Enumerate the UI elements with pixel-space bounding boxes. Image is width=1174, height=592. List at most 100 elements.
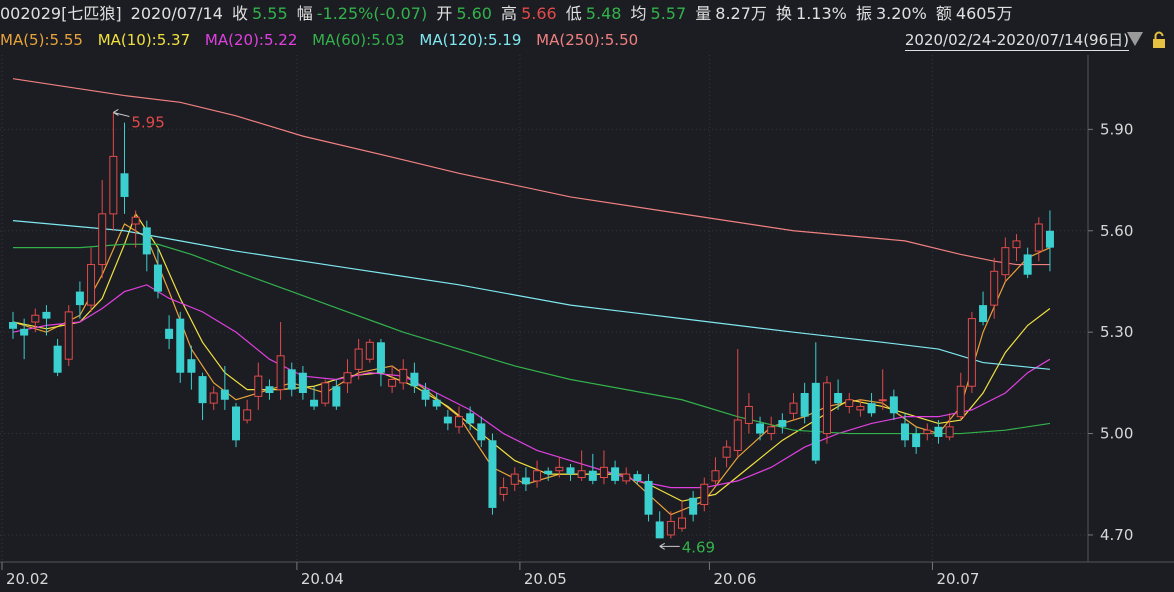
candle-body-up xyxy=(399,368,408,384)
candle-body-up xyxy=(455,416,463,428)
candle-body-down xyxy=(332,386,341,407)
x-tick-label: 20.06 xyxy=(713,570,756,588)
candle-body-down xyxy=(811,382,820,461)
candle-body-down xyxy=(979,305,988,323)
candle-body-up xyxy=(510,473,519,485)
candle-body-up xyxy=(678,517,686,529)
candle-body-down xyxy=(265,386,274,393)
candle-body-down xyxy=(153,264,162,292)
candle-body-down xyxy=(220,389,229,400)
candle-body-up xyxy=(276,355,285,391)
x-tick-label: 20.04 xyxy=(301,570,344,588)
annotation-arrow xyxy=(659,542,680,550)
candle-body-down xyxy=(588,470,597,481)
x-tick-label: 20.07 xyxy=(936,570,979,588)
candle-body-down xyxy=(165,328,174,339)
candle-body-down xyxy=(566,467,575,475)
y-tick-label: 5.90 xyxy=(1100,120,1133,138)
ma-line-ma10 xyxy=(12,212,1051,502)
candle-body-down xyxy=(443,416,452,424)
candle-body-up xyxy=(845,399,854,408)
candle-body-up xyxy=(1001,247,1010,276)
candle-body-down xyxy=(867,403,876,414)
candle-body-up xyxy=(98,213,107,266)
candle-body-down xyxy=(644,480,653,515)
candle-body-down xyxy=(176,318,185,373)
candle-body-up xyxy=(388,378,397,387)
candle-body-up xyxy=(956,385,965,418)
candle-body-down xyxy=(1045,230,1054,248)
candle-body-up xyxy=(499,487,508,495)
candle-body-down xyxy=(187,359,196,373)
candle-body-down xyxy=(778,420,787,427)
candle-body-up xyxy=(577,470,586,478)
candle-body-down xyxy=(53,345,62,373)
candle-body-up xyxy=(64,311,73,360)
candle-body-down xyxy=(756,423,765,434)
candle-body-down xyxy=(9,322,17,329)
candle-body-up xyxy=(767,426,776,435)
candle-body-down xyxy=(120,173,129,197)
candle-body-down xyxy=(310,399,319,407)
candle-body-down xyxy=(689,497,698,515)
candle-body-up xyxy=(243,409,252,421)
candle-body-down xyxy=(521,477,530,485)
candle-body-down xyxy=(544,470,553,475)
candle-body-down xyxy=(655,521,664,539)
candle-body-down xyxy=(633,474,642,481)
candle-body-up xyxy=(622,473,631,482)
candle-body-down xyxy=(1023,254,1032,275)
candle-body-down xyxy=(298,372,307,393)
candle-body-up xyxy=(822,382,831,435)
candle-body-up xyxy=(209,392,218,404)
candle-body-up xyxy=(700,483,709,506)
candle-body-up xyxy=(109,155,118,215)
candle-body-up xyxy=(321,382,330,404)
candle-body-down xyxy=(466,413,475,424)
y-tick-label: 5.00 xyxy=(1100,425,1133,443)
candle-body-up xyxy=(131,216,140,225)
candle-body-down xyxy=(800,393,809,417)
candle-body-down xyxy=(421,389,430,400)
y-tick-label: 5.30 xyxy=(1100,323,1133,341)
annotation-arrow xyxy=(113,109,130,117)
candle-body-up xyxy=(1012,240,1021,249)
candle-body-up xyxy=(923,429,932,435)
candle-body-down xyxy=(232,406,240,441)
candle-body-up xyxy=(789,402,798,414)
candle-body-down xyxy=(477,423,486,441)
candle-body-down xyxy=(834,393,843,404)
candle-body-down xyxy=(20,328,29,336)
candle-body-up xyxy=(722,446,731,458)
candle-body-up xyxy=(365,341,374,360)
ma-line-ma120 xyxy=(12,220,1051,370)
candle-body-down xyxy=(432,399,441,407)
candle-body-up xyxy=(87,264,96,306)
candle-body-up xyxy=(354,348,363,370)
candle-body-up xyxy=(31,314,40,323)
candle-body-up xyxy=(990,270,999,306)
candle-body-down xyxy=(889,396,898,414)
candle-body-down xyxy=(42,311,51,319)
candle-body-up xyxy=(533,470,542,482)
candle-body-down xyxy=(901,423,909,441)
candle-body-down xyxy=(912,433,921,448)
low-annotation-label: 4.69 xyxy=(682,538,715,556)
candle-body-up xyxy=(733,419,742,451)
x-tick-label: 20.02 xyxy=(6,570,49,588)
candlestick-chart: 5.90 5.60 5.30 5.00 4.70 20.02 20.04 20.05 20.06… xyxy=(0,55,1174,588)
y-tick-label: 4.70 xyxy=(1100,526,1133,544)
candle-body-up xyxy=(856,406,865,411)
candle-body-up xyxy=(1034,223,1043,252)
candle-body-up xyxy=(967,318,976,387)
candle-body-down xyxy=(410,372,419,387)
candle-body-up xyxy=(555,466,564,472)
candle-body-up xyxy=(599,466,608,478)
x-tick-label: 20.05 xyxy=(524,570,567,588)
candle-body-down xyxy=(488,440,497,508)
candle-body-up xyxy=(711,470,720,482)
candle-body-up xyxy=(343,372,352,384)
ma-line-ma5 xyxy=(12,223,1051,516)
candle-body-up xyxy=(945,426,954,438)
candle-body-up xyxy=(744,406,753,424)
